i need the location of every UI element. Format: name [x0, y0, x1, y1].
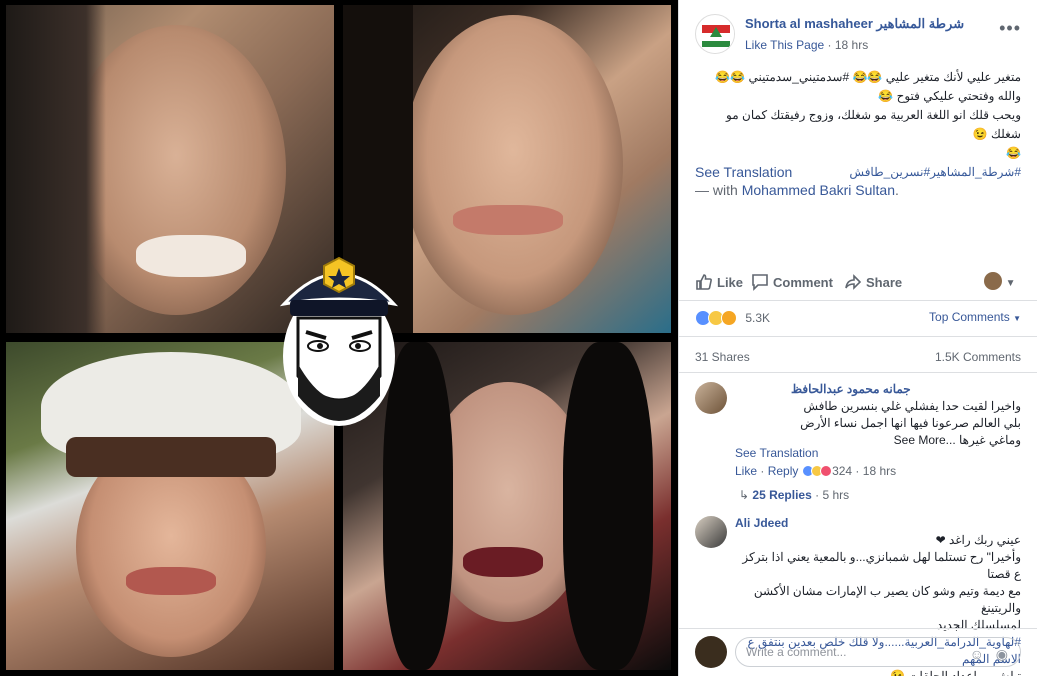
- viewer-avatar: [695, 636, 727, 668]
- divider: [679, 372, 1037, 373]
- see-translation-link[interactable]: See Translation: [695, 164, 792, 180]
- thumbs-up-icon: [696, 274, 712, 290]
- tagged-with: — with Mohammed Bakri Sultan.: [695, 182, 899, 198]
- more-options-icon[interactable]: •••: [999, 18, 1021, 39]
- reaction-icons[interactable]: [695, 310, 737, 326]
- share-button[interactable]: Share: [844, 273, 902, 291]
- comment-input-icons: ☺ ◉: [970, 646, 1008, 663]
- comment-item: Ali Jdeed عيني ربك راغد ❤ وأخيرا" رح تست…: [695, 516, 1021, 676]
- write-comment-row: Write a comment... ☺ ◉: [695, 634, 1021, 668]
- comment-like-link[interactable]: Like: [735, 464, 757, 478]
- chevron-down-icon: ▼: [1005, 278, 1016, 289]
- comment-icon: [752, 274, 768, 291]
- post-line-3: 😂: [1006, 146, 1021, 160]
- comment-button[interactable]: Comment: [751, 273, 833, 291]
- post-side-panel: Shorta al mashaheer شرطة المشاهير Like T…: [678, 0, 1037, 676]
- tagged-user-link[interactable]: Mohammed Bakri Sultan: [742, 182, 895, 198]
- caret-down-icon: ▼: [1013, 314, 1021, 323]
- comment-placeholder: Write a comment...: [746, 645, 847, 659]
- like-button[interactable]: Like: [695, 273, 743, 291]
- viewer-avatar: [984, 272, 1002, 290]
- counts-row: 31 Shares 1.5K Comments: [695, 350, 1021, 364]
- comment-text: واخيرا لقيت حدا يفشلي غلي بنسرين طافش بل…: [735, 398, 1021, 449]
- page-avatar[interactable]: [695, 14, 735, 54]
- commenter-avatar[interactable]: [695, 382, 727, 414]
- comment-input[interactable]: Write a comment... ☺ ◉: [735, 637, 1021, 667]
- replies-count: 25 Replies: [752, 488, 812, 502]
- comment-time[interactable]: 18 hrs: [863, 464, 896, 478]
- post-line-2: ويحب قلك انو اللغة العربية مو شغلك، وزوج…: [726, 108, 1021, 141]
- post-photo-collage[interactable]: [0, 0, 678, 676]
- comment-line: واخيرا لقيت حدا يفشلي غلي بنسرين طافش: [803, 399, 1021, 413]
- share-label: Share: [866, 275, 903, 290]
- page-name[interactable]: Shorta al mashaheer شرطة المشاهير: [745, 16, 964, 32]
- comment-line: بلي العالم صرعونا فيها انها اجمل نساء ال…: [800, 416, 1021, 430]
- commenter-avatar[interactable]: [695, 516, 727, 548]
- divider: [679, 628, 1037, 629]
- like-label: Like: [717, 275, 744, 290]
- post-line-1: متغير عليي لأنك متغير عليي 😂😂 #سدمتيني_س…: [715, 70, 1021, 103]
- commenter-name[interactable]: Ali Jdeed: [735, 516, 788, 530]
- reaction-count[interactable]: 5.3K: [745, 311, 770, 325]
- comment-see-translation[interactable]: See Translation: [735, 446, 818, 460]
- emoji-icon[interactable]: ☺: [970, 646, 984, 662]
- like-page-link[interactable]: Like This Page: [745, 38, 824, 52]
- with-suffix: .: [894, 182, 899, 198]
- with-prefix: — with: [695, 182, 742, 198]
- comment-meta: Like · Reply 324 · 18 hrs: [735, 464, 897, 478]
- comment-reply-link[interactable]: Reply: [768, 464, 799, 478]
- shares-count[interactable]: 31 Shares: [695, 350, 750, 364]
- police-mascot-icon: [279, 256, 399, 426]
- top-comments-label: Top Comments: [929, 310, 1010, 324]
- post-actions-bar: Like Comment Share ▼: [679, 263, 1037, 301]
- comment-line: عيني ربك راغد ❤: [935, 533, 1021, 547]
- replies-time: 5 hrs: [822, 488, 850, 502]
- comment-line: لمسلسلك الجديد: [936, 618, 1021, 632]
- commenter-name[interactable]: جمانه محمود عبدالحافظ: [791, 382, 911, 396]
- comment-line: وأخيرا" رح تستلما لهل شمبانزي...و بالمعي…: [742, 550, 1021, 581]
- reactions-row: 5.3K Top Comments ▼: [695, 310, 1021, 332]
- post-as-selector[interactable]: ▼: [984, 272, 1016, 290]
- camera-icon[interactable]: ◉: [996, 646, 1008, 662]
- comment-item: جمانه محمود عبدالحافظ واخيرا لقيت حدا يف…: [695, 382, 1021, 506]
- page-logo-icon: [697, 16, 734, 53]
- comment-line: مع ديمة وتيم وشو كان يصير ب الإمارات مشا…: [753, 584, 1021, 615]
- comment-label: Comment: [773, 275, 833, 290]
- comments-count[interactable]: 1.5K Comments: [935, 350, 1021, 364]
- angry-reaction-icon: [819, 465, 832, 477]
- comment-line: تبلش ب اعداد الحلقات 😉: [889, 669, 1021, 676]
- page-meta: Like This Page · 18 hrs: [745, 38, 868, 52]
- post-header: Shorta al mashaheer شرطة المشاهير Like T…: [695, 12, 1021, 56]
- reply-arrow-icon: ↳: [739, 488, 750, 502]
- wow-reaction-icon: [721, 310, 737, 326]
- comment-reaction-count[interactable]: 324: [832, 464, 852, 478]
- top-comments-dropdown[interactable]: Top Comments ▼: [929, 310, 1021, 324]
- share-icon: [845, 274, 862, 290]
- post-time[interactable]: 18 hrs: [835, 38, 868, 52]
- view-replies-link[interactable]: ↳ 25 Replies · 5 hrs: [739, 488, 849, 502]
- divider: [679, 336, 1037, 337]
- meta-dot: ·: [827, 38, 832, 52]
